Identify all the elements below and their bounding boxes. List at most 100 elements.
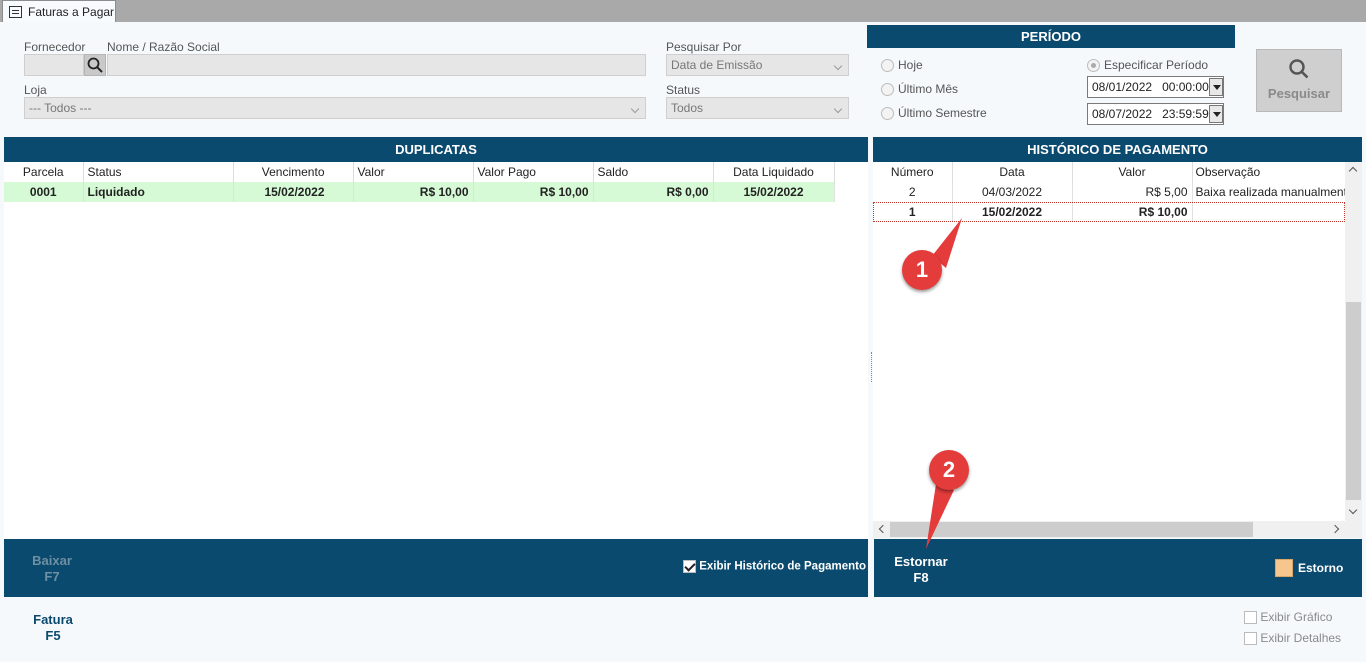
table-row-selected[interactable]: 1 15/02/2022 R$ 10,00 — [873, 202, 1346, 222]
cell-valor: R$ 10,00 — [353, 182, 474, 202]
start-datetime-picker[interactable]: 08/01/2022 00:00:00 — [1087, 76, 1224, 98]
radio-especificar-periodo[interactable]: Especificar Período — [1087, 58, 1208, 72]
grid-header-row: Parcela Status Vencimento Valor Valor Pa… — [4, 162, 835, 182]
column-header[interactable]: Valor — [1072, 162, 1193, 182]
cell-saldo: R$ 0,00 — [593, 182, 714, 202]
fornecedor-label: Fornecedor — [24, 40, 86, 54]
radio-circle — [881, 58, 894, 72]
cell-valor: R$ 10,00 — [1072, 202, 1193, 222]
search-icon — [1289, 59, 1309, 79]
cell-status: Liquidado — [83, 182, 234, 202]
radio-label: Último Mês — [898, 82, 959, 96]
column-header[interactable]: Valor Pago — [473, 162, 594, 182]
fatura-label: Fatura — [33, 612, 73, 627]
cell-observacao — [1192, 202, 1346, 222]
periodo-header: PERÍODO — [867, 25, 1235, 48]
cell-vencimento: 15/02/2022 — [233, 182, 354, 202]
pesquisar-label: Pesquisar — [1267, 86, 1331, 101]
fatura-button[interactable]: Fatura F5 — [28, 612, 78, 644]
start-time: 00:00:00 — [1162, 80, 1209, 94]
end-date: 08/07/2022 — [1092, 107, 1153, 121]
radio-circle — [881, 82, 894, 96]
table-row[interactable]: 2 04/03/2022 R$ 5,00 Baixa realizada man… — [873, 182, 1346, 202]
radio-hoje[interactable]: Hoje — [881, 58, 923, 72]
column-header[interactable]: Parcela — [4, 162, 84, 182]
radio-ultimo-mes[interactable]: Último Mês — [881, 82, 958, 96]
exibir-detalhes-label: Exibir Detalhes — [1260, 631, 1342, 645]
exibir-historico-checkbox[interactable]: Exibir Histórico de Pagamento — [683, 560, 866, 573]
estornar-label: Estornar — [894, 554, 948, 569]
annotation-marker-2: 2 — [929, 450, 969, 490]
status-label: Status — [666, 83, 701, 97]
radio-circle — [881, 106, 894, 120]
pesquisar-por-label: Pesquisar Por — [666, 40, 742, 54]
exibir-grafico-checkbox[interactable]: Exibir Gráfico — [1244, 610, 1333, 625]
end-datetime-picker[interactable]: 08/07/2022 23:59:59 — [1087, 103, 1224, 125]
checkbox-checked-icon[interactable] — [683, 560, 696, 573]
loja-label: Loja — [24, 83, 47, 97]
tab-title: Faturas a Pagar — [28, 5, 115, 19]
radio-ultimo-semestre[interactable]: Último Semestre — [881, 106, 987, 120]
cell-numero: 1 — [873, 202, 953, 222]
scroll-corner — [1345, 521, 1362, 538]
historico-action-bar: Estornar F8 Estorno — [874, 539, 1362, 597]
horizontal-scrollbar[interactable] — [873, 521, 1345, 538]
scroll-thumb[interactable] — [890, 522, 1253, 537]
column-header[interactable]: Vencimento — [233, 162, 354, 182]
column-header[interactable]: Número — [873, 162, 953, 182]
razao-social-input[interactable] — [107, 54, 646, 76]
status-select[interactable]: Todos — [666, 97, 849, 119]
cell-valor-pago: R$ 10,00 — [473, 182, 594, 202]
search-supplier-button[interactable] — [84, 54, 106, 76]
duplicatas-grid[interactable]: Parcela Status Vencimento Valor Valor Pa… — [4, 162, 868, 539]
checkbox-icon[interactable] — [1244, 611, 1257, 625]
duplicatas-header: DUPLICATAS — [4, 137, 868, 162]
column-header[interactable]: Saldo — [593, 162, 714, 182]
grid-header-row: Número Data Valor Observação — [873, 162, 1346, 182]
fornecedor-input[interactable] — [24, 54, 84, 76]
column-header[interactable]: Data — [952, 162, 1073, 182]
table-row[interactable]: 0001 Liquidado 15/02/2022 R$ 10,00 R$ 10… — [4, 182, 835, 202]
document-icon — [9, 6, 22, 18]
scroll-down-icon[interactable] — [1348, 505, 1358, 515]
scroll-thumb[interactable] — [1346, 302, 1361, 500]
baixar-label: Baixar — [32, 553, 72, 568]
cell-data: 15/02/2022 — [952, 202, 1073, 222]
estornar-shortcut: F8 — [913, 570, 929, 585]
loja-select[interactable]: --- Todos --- — [24, 97, 646, 119]
annotation-marker-1: 1 — [902, 250, 942, 290]
tab-faturas-a-pagar[interactable]: Faturas a Pagar — [2, 0, 116, 23]
main-panel: Fornecedor Nome / Razão Social Loja --- … — [0, 22, 1366, 662]
duplicatas-action-bar: Baixar F7 Exibir Histórico de Pagamento — [4, 539, 868, 597]
cell-parcela: 0001 — [4, 182, 84, 202]
exibir-detalhes-checkbox[interactable]: Exibir Detalhes — [1244, 631, 1342, 646]
dropdown-arrow-icon[interactable] — [1208, 78, 1223, 96]
start-date: 08/01/2022 — [1092, 80, 1153, 94]
checkbox-icon[interactable] — [1244, 632, 1257, 646]
column-header[interactable]: Data Liquidado — [713, 162, 835, 182]
pesquisar-button[interactable]: Pesquisar — [1256, 49, 1342, 112]
tab-strip — [0, 0, 1366, 22]
end-time: 23:59:59 — [1162, 107, 1209, 121]
exibir-historico-label: Exibir Histórico de Pagamento — [699, 560, 866, 573]
baixar-button[interactable]: Baixar F7 — [20, 553, 84, 585]
dropdown-arrow-icon[interactable] — [1208, 105, 1223, 123]
estornar-button[interactable]: Estornar F8 — [886, 554, 956, 586]
cell-data-liquidado: 15/02/2022 — [713, 182, 835, 202]
column-header[interactable]: Status — [83, 162, 234, 182]
exibir-grafico-label: Exibir Gráfico — [1260, 610, 1333, 624]
column-header[interactable]: Valor — [353, 162, 474, 182]
radio-circle-selected — [1087, 58, 1100, 72]
razao-label: Nome / Razão Social — [107, 40, 220, 54]
radio-label: Especificar Período — [1104, 58, 1209, 72]
scroll-left-icon[interactable] — [878, 524, 888, 534]
pesquisar-por-select[interactable]: Data de Emissão — [666, 54, 849, 76]
column-header[interactable]: Observação — [1192, 162, 1346, 182]
cell-valor: R$ 5,00 — [1072, 182, 1193, 202]
vertical-scrollbar[interactable] — [1345, 162, 1362, 521]
radio-label: Hoje — [898, 58, 923, 72]
baixar-shortcut: F7 — [44, 569, 60, 584]
scroll-right-icon[interactable] — [1330, 524, 1340, 534]
scroll-up-icon[interactable] — [1348, 166, 1358, 176]
fatura-shortcut: F5 — [45, 628, 61, 643]
